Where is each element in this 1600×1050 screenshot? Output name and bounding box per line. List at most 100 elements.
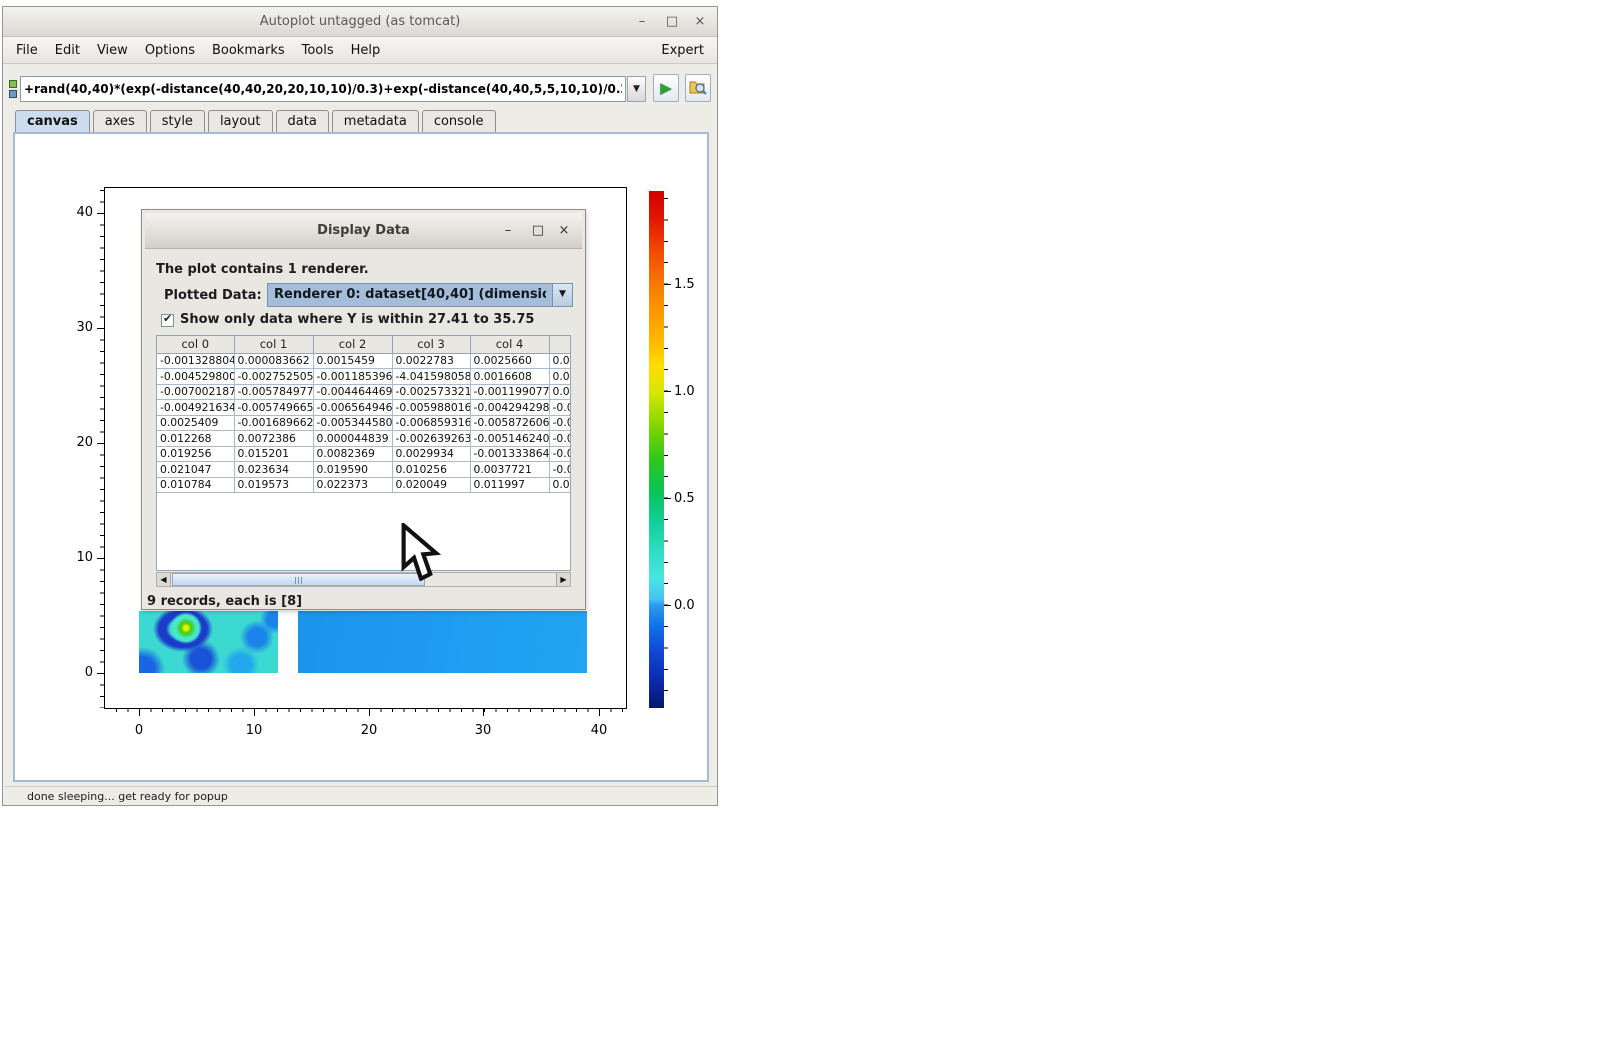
combo-dropdown-icon[interactable]: ▼: [552, 284, 572, 306]
menu-tools[interactable]: Tools: [302, 43, 334, 58]
colorbar[interactable]: [649, 191, 664, 708]
cell[interactable]: 0.000044839: [313, 431, 392, 447]
close-icon[interactable]: ×: [687, 7, 713, 37]
cell[interactable]: 0.019256: [157, 446, 234, 462]
cell[interactable]: 0.0072386: [234, 431, 313, 447]
col-header[interactable]: col 3: [392, 336, 470, 353]
cell[interactable]: -0.0: [549, 415, 571, 431]
cell[interactable]: -0.002639263...: [392, 431, 470, 447]
tab-console[interactable]: console: [422, 110, 496, 132]
cell[interactable]: -0.001185396...: [313, 369, 392, 385]
main-tabs: canvas axes style layout data metadata c…: [15, 110, 496, 132]
tab-metadata[interactable]: metadata: [332, 110, 419, 132]
cell[interactable]: 0.010256: [392, 462, 470, 478]
cell[interactable]: -0.005988016...: [392, 400, 470, 416]
maximize-icon[interactable]: □: [659, 7, 685, 37]
scroll-right-icon[interactable]: ▶: [556, 573, 570, 586]
data-table-viewport[interactable]: col 0 col 1 col 2 col 3 col 4 -0.0013288…: [156, 335, 571, 571]
col-header[interactable]: col 2: [313, 336, 392, 353]
dialog-close-icon[interactable]: ×: [552, 213, 576, 249]
dialog-minimize-icon[interactable]: –: [496, 213, 520, 249]
horizontal-scrollbar[interactable]: ◀ ▶: [156, 572, 571, 587]
menu-bookmarks[interactable]: Bookmarks: [212, 43, 285, 58]
cell[interactable]: 0.021047: [157, 462, 234, 478]
tab-axes[interactable]: axes: [93, 110, 147, 132]
cell[interactable]: -4.041598058...: [392, 369, 470, 385]
cell[interactable]: 0.022373: [313, 477, 392, 493]
cell[interactable]: -0.0: [549, 431, 571, 447]
cell[interactable]: -0.007002187...: [157, 384, 234, 400]
menu-help[interactable]: Help: [351, 43, 381, 58]
col-header[interactable]: col 0: [157, 336, 234, 353]
menu-options[interactable]: Options: [145, 43, 195, 58]
spectrogram-right-strip[interactable]: [298, 611, 587, 673]
cell[interactable]: 0.0082369: [313, 446, 392, 462]
cell[interactable]: 0.00: [549, 477, 571, 493]
cell[interactable]: -0.002752505...: [234, 369, 313, 385]
dialog-titlebar[interactable]: Display Data – □ ×: [145, 213, 582, 249]
filter-checkbox[interactable]: ✔: [161, 314, 174, 327]
cell[interactable]: -0.006859316...: [392, 415, 470, 431]
cell[interactable]: 0.0016608: [470, 369, 549, 385]
menu-edit[interactable]: Edit: [55, 43, 80, 58]
cell[interactable]: 0.012268: [157, 431, 234, 447]
plotted-data-select[interactable]: Renderer 0: dataset[40,40] (dimension...…: [267, 283, 573, 307]
cell[interactable]: -0.004294298...: [470, 400, 549, 416]
cell[interactable]: 0.010784: [157, 477, 234, 493]
cell[interactable]: 0.020049: [392, 477, 470, 493]
cell[interactable]: -0.005344580...: [313, 415, 392, 431]
cell[interactable]: 0.0029934: [392, 446, 470, 462]
cell[interactable]: -0.005146240...: [470, 431, 549, 447]
cell[interactable]: -0.004464469...: [313, 384, 392, 400]
cell[interactable]: -0.001333864...: [470, 446, 549, 462]
cell[interactable]: 0.0037721: [470, 462, 549, 478]
cell[interactable]: 0.00: [549, 384, 571, 400]
cell[interactable]: -0.004921634...: [157, 400, 234, 416]
cell[interactable]: -0.005784977...: [234, 384, 313, 400]
cell[interactable]: -0.001689662...: [234, 415, 313, 431]
minimize-icon[interactable]: –: [629, 7, 655, 37]
cell[interactable]: -0.001199077...: [470, 384, 549, 400]
uri-input[interactable]: [20, 76, 626, 102]
spectrogram-left-strip[interactable]: [139, 611, 278, 673]
menu-file[interactable]: File: [16, 43, 38, 58]
table-row: 0.019256 0.015201 0.0082369 0.0029934 -0…: [157, 446, 571, 462]
cell[interactable]: 0.0025660: [470, 353, 549, 369]
dialog-maximize-icon[interactable]: □: [526, 213, 550, 249]
cell[interactable]: 0.0025409: [157, 415, 234, 431]
window-titlebar[interactable]: Autoplot untagged (as tomcat) – □ ×: [3, 7, 717, 37]
cell[interactable]: 0.0022783: [392, 353, 470, 369]
uri-dropdown-icon[interactable]: ▼: [627, 76, 646, 102]
cell[interactable]: 0.000083662: [234, 353, 313, 369]
cell[interactable]: -0.001328804...: [157, 353, 234, 369]
go-button[interactable]: ▶: [653, 74, 679, 102]
cell[interactable]: 0.023634: [234, 462, 313, 478]
cell[interactable]: 0.011997: [470, 477, 549, 493]
tab-layout[interactable]: layout: [208, 110, 273, 132]
cell[interactable]: 0.00: [549, 353, 571, 369]
scroll-left-icon[interactable]: ◀: [157, 573, 171, 586]
scrollbar-thumb[interactable]: [172, 573, 425, 586]
cell[interactable]: -0.005749665...: [234, 400, 313, 416]
cell[interactable]: 0.015201: [234, 446, 313, 462]
menu-view[interactable]: View: [97, 43, 128, 58]
cell[interactable]: 0.019573: [234, 477, 313, 493]
cell[interactable]: -0.002573321...: [392, 384, 470, 400]
cell[interactable]: -0.006564946...: [313, 400, 392, 416]
cell[interactable]: -0.005872606...: [470, 415, 549, 431]
cell[interactable]: -0.0: [549, 462, 571, 478]
tab-data[interactable]: data: [276, 110, 329, 132]
cell[interactable]: 0.00: [549, 369, 571, 385]
cell[interactable]: -0.0: [549, 400, 571, 416]
col-header[interactable]: [549, 336, 571, 353]
cell[interactable]: 0.019590: [313, 462, 392, 478]
cell[interactable]: -0.004529800...: [157, 369, 234, 385]
tab-style[interactable]: style: [150, 110, 205, 132]
col-header[interactable]: col 4: [470, 336, 549, 353]
inspect-file-icon[interactable]: [685, 74, 711, 102]
cell[interactable]: -0.0: [549, 446, 571, 462]
tab-canvas[interactable]: canvas: [15, 110, 90, 132]
col-header[interactable]: col 1: [234, 336, 313, 353]
cell[interactable]: 0.0015459: [313, 353, 392, 369]
menu-expert[interactable]: Expert: [661, 37, 704, 64]
